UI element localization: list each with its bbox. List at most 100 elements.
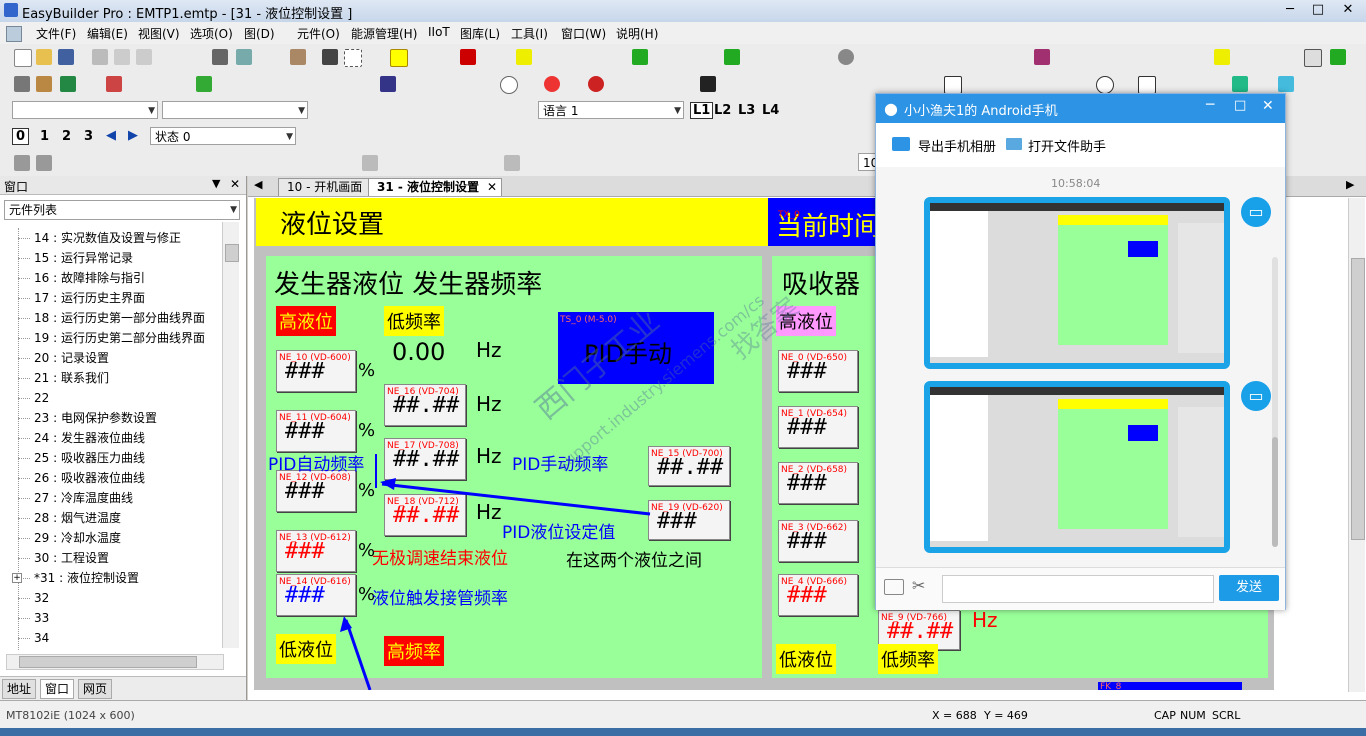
group-icon[interactable]	[14, 155, 30, 171]
ne2-input[interactable]: NE_2 (VD-658) ###	[778, 462, 858, 504]
panel-combo[interactable]: 元件列表 ▼	[4, 200, 240, 220]
frame-icon[interactable]	[390, 49, 408, 67]
menu-view[interactable]: 视图(V)	[138, 25, 180, 42]
ne1-input[interactable]: NE_1 (VD-654) ###	[778, 406, 858, 448]
align-left-icon[interactable]	[362, 155, 378, 171]
tree-scrollbar[interactable]	[222, 222, 239, 648]
clock-icon[interactable]	[838, 49, 854, 65]
ipc-icon[interactable]	[1034, 49, 1050, 65]
table-icon[interactable]	[196, 76, 212, 92]
pie-icon[interactable]	[544, 76, 560, 92]
window-icon[interactable]	[1304, 49, 1322, 67]
run-icon[interactable]	[1330, 49, 1346, 65]
tab-address[interactable]: 地址	[2, 679, 37, 699]
layer-l2[interactable]: L2	[714, 103, 731, 118]
open-icon[interactable]	[36, 49, 52, 65]
menu-energy[interactable]: 能源管理(H)	[351, 25, 417, 42]
chat-text-input[interactable]	[942, 575, 1214, 603]
camera-icon[interactable]	[700, 76, 716, 92]
canvas-scroll-thumb[interactable]	[1351, 258, 1365, 540]
download-icon[interactable]	[106, 76, 122, 92]
chat-folder-icon[interactable]	[884, 579, 904, 595]
ne4-input[interactable]: NE_4 (VD-666) ###	[778, 574, 858, 616]
close-window-button[interactable]: ✕	[1332, 0, 1364, 20]
chat-close-icon[interactable]: ✕	[1262, 98, 1274, 114]
open-file-helper-link[interactable]: 打开文件助手	[1028, 136, 1106, 155]
prev-state-icon[interactable]: ◀	[106, 128, 116, 143]
display-icon[interactable]	[724, 49, 740, 65]
font-combo[interactable]: ▼	[12, 101, 158, 119]
image-message-2[interactable]	[924, 381, 1230, 553]
tag-icon[interactable]	[632, 49, 648, 65]
layer-l4[interactable]: L4	[762, 103, 779, 118]
menu-options[interactable]: 选项(O)	[190, 25, 233, 42]
cut-icon[interactable]	[92, 49, 108, 65]
note-icon[interactable]	[1214, 49, 1230, 65]
maximize-button[interactable]: □	[1304, 0, 1332, 20]
circle-icon[interactable]	[1096, 76, 1114, 94]
state-2[interactable]: 2	[62, 129, 71, 144]
color-icon[interactable]	[1278, 76, 1294, 92]
image-message-1[interactable]	[924, 197, 1230, 369]
id-icon[interactable]	[460, 49, 476, 65]
tree-scroll-thumb[interactable]	[225, 244, 239, 262]
minimize-button[interactable]: ─	[1276, 0, 1304, 20]
sender-avatar-1[interactable]: ▭	[1241, 197, 1271, 227]
chat-minimize-icon[interactable]: ─	[1206, 97, 1214, 113]
fk8-key[interactable]: FK_8	[1098, 682, 1242, 690]
menu-draw[interactable]: 图(D)	[244, 25, 275, 42]
menu-library[interactable]: 图库(L)	[460, 25, 500, 42]
tabs-prev-icon[interactable]: ◀	[254, 178, 262, 191]
tabs-next-icon[interactable]: ▶	[1346, 178, 1354, 191]
simulate-icon[interactable]	[60, 76, 76, 92]
expand-icon[interactable]: +	[12, 573, 22, 583]
tools-icon[interactable]	[14, 76, 30, 92]
tab-web[interactable]: 网页	[78, 679, 113, 699]
state-0[interactable]: 0	[12, 128, 30, 145]
menu-help[interactable]: 说明(H)	[616, 25, 658, 42]
ungroup-icon[interactable]	[36, 155, 52, 171]
send-button[interactable]: 发送	[1219, 575, 1279, 601]
save-icon[interactable]	[58, 49, 74, 65]
rectangle-icon[interactable]	[1138, 76, 1156, 94]
chat-scroll-thumb[interactable]	[1272, 437, 1278, 547]
layer-l3[interactable]: L3	[738, 103, 755, 118]
layer-l1[interactable]: L1	[690, 102, 714, 119]
state-1[interactable]: 1	[40, 129, 49, 144]
ne0-input[interactable]: NE_0 (VD-650) ###	[778, 350, 858, 392]
pointer-icon[interactable]	[944, 76, 962, 94]
print-icon[interactable]	[212, 49, 228, 65]
state-3[interactable]: 3	[84, 129, 93, 144]
chat-scrollbar[interactable]	[1272, 257, 1278, 547]
picture-icon[interactable]	[1232, 76, 1248, 92]
new-icon[interactable]	[14, 49, 32, 67]
menu-iiot[interactable]: IIoT	[428, 25, 450, 39]
canvas-vscrollbar[interactable]	[1348, 198, 1365, 692]
tab-page-31[interactable]: 31 - 液位控制设置 ✕	[368, 178, 503, 196]
menu-tools[interactable]: 工具(I)	[511, 25, 548, 42]
tree-hscroll-thumb[interactable]	[19, 656, 197, 668]
meter-icon[interactable]	[500, 76, 518, 94]
state-combo[interactable]: 状态 0 ▼	[150, 127, 296, 145]
tab-window[interactable]: 窗口	[40, 679, 75, 699]
language-combo[interactable]: 语言 1 ▼	[538, 101, 684, 119]
scissors-icon[interactable]: ✂	[912, 576, 925, 595]
tree-hscrollbar[interactable]	[6, 654, 224, 670]
target-icon[interactable]	[588, 76, 604, 92]
menu-objects[interactable]: 元件(O)	[297, 25, 340, 42]
pen-icon[interactable]	[322, 49, 338, 65]
library-icon[interactable]	[290, 49, 306, 65]
sender-avatar-2[interactable]: ▭	[1241, 381, 1271, 411]
bulb-icon[interactable]	[516, 49, 532, 65]
tab-page-10[interactable]: 10 - 开机画面	[278, 178, 372, 196]
align-center-icon[interactable]	[504, 155, 520, 171]
copy-icon[interactable]	[114, 49, 130, 65]
ne3-input[interactable]: NE_3 (VD-662) ###	[778, 520, 858, 562]
menu-window[interactable]: 窗口(W)	[561, 25, 606, 42]
compile-icon[interactable]	[36, 76, 52, 92]
help-icon[interactable]	[236, 49, 252, 65]
export-album-link[interactable]: 导出手机相册	[918, 136, 996, 155]
paste-icon[interactable]	[136, 49, 152, 65]
tab-close-icon[interactable]: ✕	[487, 179, 497, 196]
chat-maximize-icon[interactable]: □	[1234, 98, 1246, 113]
